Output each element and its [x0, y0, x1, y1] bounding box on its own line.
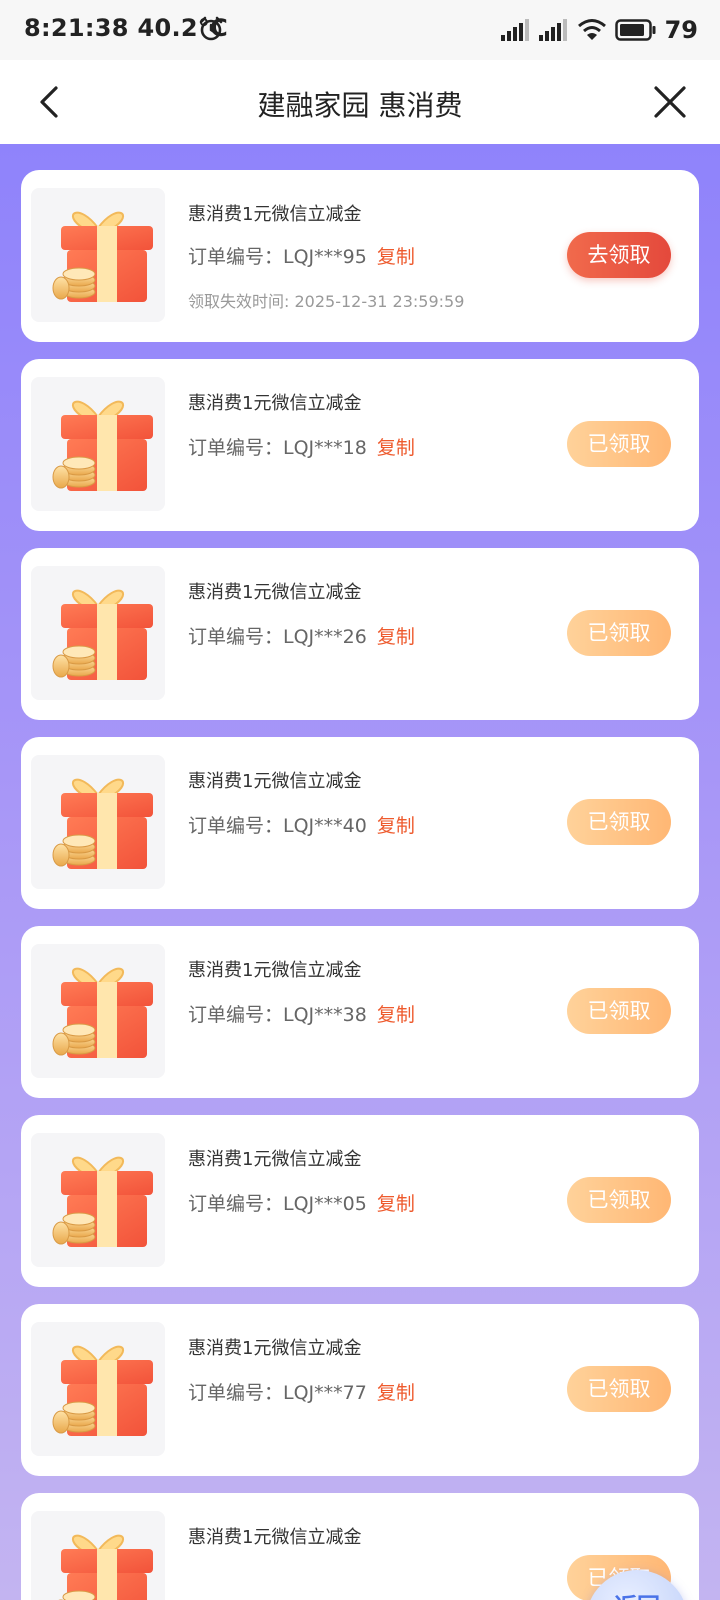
- order-number: 订单编号：LQJ***40: [188, 815, 367, 837]
- status-icons: 79: [500, 14, 698, 46]
- voucher-thumbnail: [31, 755, 165, 889]
- gift-box-icon: [52, 778, 153, 869]
- claimed-button[interactable]: 已领取: [567, 988, 671, 1034]
- voucher-title: 惠消费1元微信立减金: [188, 1338, 362, 1359]
- signal-icon: [500, 19, 529, 41]
- return-home-label-line1: 返回: [586, 1594, 688, 1600]
- copy-button[interactable]: 复制: [377, 437, 415, 459]
- gift-box-icon: [52, 1345, 153, 1436]
- gift-box-icon: [58, 1534, 153, 1600]
- status-bar: 8:21:38 40.2°C 79: [0, 0, 720, 60]
- voucher-list: 惠消费1元微信立减金 订单编号：LQJ***95 复制 领取失效时间: 2025-12…: [0, 144, 720, 1600]
- copy-button[interactable]: 复制: [377, 626, 415, 648]
- page-title: 建融家园 惠消费: [257, 89, 463, 122]
- claimed-button[interactable]: 已领取: [567, 1177, 671, 1223]
- battery-icon: [614, 19, 656, 41]
- order-number: 订单编号：LQJ***95: [188, 246, 367, 268]
- expire-time: 领取失效时间: 2025-12-31 23:59:59: [188, 292, 465, 311]
- voucher-card: 惠消费1元微信立减金 订单编号：LQJ***05 复制 已领取: [21, 1115, 699, 1287]
- voucher-thumbnail: [31, 944, 165, 1078]
- order-number-row: 订单编号：LQJ***26 复制: [188, 622, 415, 649]
- order-number-row: 订单编号：LQJ***05 复制: [188, 1189, 415, 1216]
- voucher-card: 惠消费1元微信立减金 订单编号：LQJ***18 复制 已领取: [21, 359, 699, 531]
- claimed-button[interactable]: 已领取: [567, 610, 671, 656]
- order-number: 订单编号：LQJ***18: [188, 437, 367, 459]
- gift-box-icon: [52, 589, 153, 680]
- order-number-row: 订单编号：LQJ***18 复制: [188, 433, 415, 460]
- wifi-icon: [577, 19, 606, 40]
- signal-icon: [538, 19, 567, 41]
- claimed-button[interactable]: 已领取: [567, 1366, 671, 1412]
- voucher-title: 惠消费1元微信立减金: [188, 1149, 362, 1170]
- order-number-row: 订单编号：LQJ***38 复制: [188, 1000, 415, 1027]
- voucher-card: 惠消费1元微信立减金 订单编号：LQJ***26 复制 已领取: [21, 548, 699, 720]
- order-number: 订单编号：LQJ***05: [188, 1193, 367, 1215]
- claimed-button[interactable]: 已领取: [567, 421, 671, 467]
- order-number: 订单编号：LQJ***77: [188, 1382, 367, 1404]
- copy-button[interactable]: 复制: [377, 1193, 415, 1215]
- copy-button[interactable]: 复制: [377, 246, 415, 268]
- battery-level: 79: [664, 16, 698, 44]
- voucher-card: 惠消费1元微信立减金 订单编号：LQJ***77 复制 已领取: [21, 1304, 699, 1476]
- copy-button[interactable]: 复制: [377, 1004, 415, 1026]
- voucher-thumbnail: [31, 1133, 165, 1267]
- copy-button[interactable]: 复制: [377, 815, 415, 837]
- voucher-card: 惠消费1元微信立减金 订单编号：LQJ***95 复制领取失效时间: 2025-12…: [21, 170, 699, 342]
- claimed-button[interactable]: 已领取: [567, 799, 671, 845]
- gift-box-icon: [52, 1156, 153, 1247]
- voucher-thumbnail: [31, 188, 165, 322]
- gift-box-icon: [52, 211, 153, 302]
- close-icon[interactable]: [650, 82, 690, 122]
- voucher-card: 惠消费1元微信立减金已领取: [21, 1493, 699, 1600]
- alarm-icon: [199, 16, 223, 41]
- gift-box-icon: [52, 400, 153, 491]
- navigation-bar: 建融家园 惠消费: [0, 60, 720, 144]
- voucher-thumbnail: [31, 1322, 165, 1456]
- voucher-title: 惠消费1元微信立减金: [188, 1527, 362, 1548]
- order-number-row: 订单编号：LQJ***77 复制: [188, 1378, 415, 1405]
- voucher-title: 惠消费1元微信立减金: [188, 771, 362, 792]
- voucher-thumbnail: [31, 377, 165, 511]
- gift-box-icon: [52, 967, 153, 1058]
- voucher-card: 惠消费1元微信立减金 订单编号：LQJ***38 复制 已领取: [21, 926, 699, 1098]
- voucher-title: 惠消费1元微信立减金: [188, 582, 362, 603]
- copy-button[interactable]: 复制: [377, 1382, 415, 1404]
- voucher-thumbnail: [31, 1511, 165, 1600]
- voucher-title: 惠消费1元微信立减金: [188, 960, 362, 981]
- voucher-card: 惠消费1元微信立减金 订单编号：LQJ***40 复制 已领取: [21, 737, 699, 909]
- voucher-title: 惠消费1元微信立减金: [188, 204, 362, 225]
- order-number-row: 订单编号：LQJ***40 复制: [188, 811, 415, 838]
- order-number-row: 订单编号：LQJ***95 复制: [188, 242, 415, 269]
- order-number: 订单编号：LQJ***26: [188, 626, 367, 648]
- voucher-thumbnail: [31, 566, 165, 700]
- order-number: 订单编号：LQJ***38: [188, 1004, 367, 1026]
- voucher-title: 惠消费1元微信立减金: [188, 393, 362, 414]
- claim-button[interactable]: 去领取: [567, 232, 671, 278]
